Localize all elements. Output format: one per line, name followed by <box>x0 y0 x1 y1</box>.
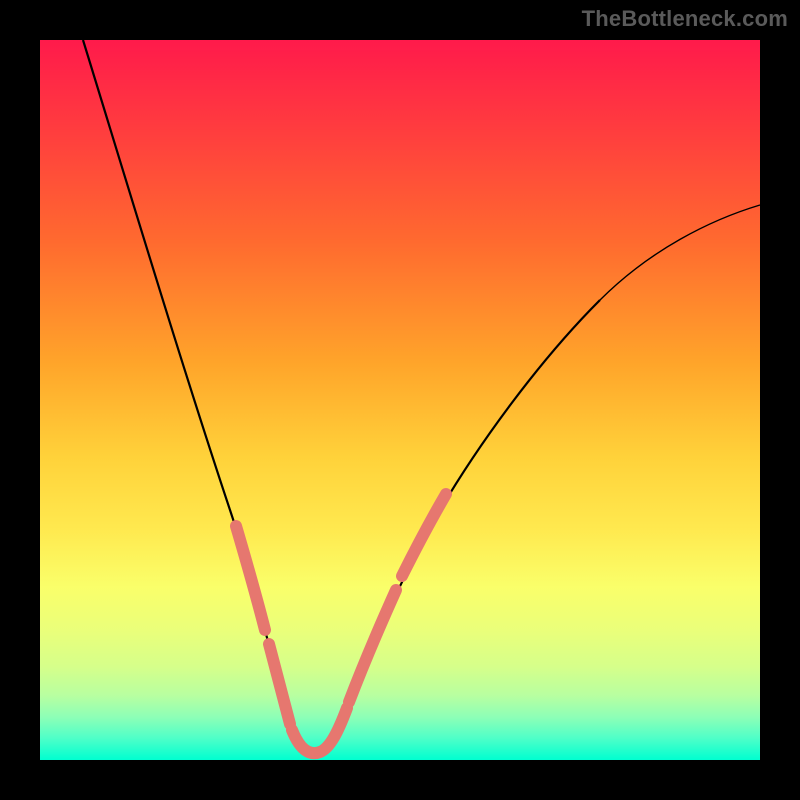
highlight-segment-left-lower <box>269 644 290 724</box>
chart-svg <box>40 40 760 760</box>
highlight-segment-floor <box>292 708 347 753</box>
highlight-segment-right-lower <box>349 590 396 702</box>
bottleneck-curve <box>83 40 600 753</box>
highlight-segment-left-upper <box>236 526 265 630</box>
bottleneck-curve-tail <box>600 205 760 300</box>
plot-area <box>40 40 760 760</box>
highlight-segment-right-upper <box>402 494 446 576</box>
chart-frame: TheBottleneck.com <box>0 0 800 800</box>
watermark-text: TheBottleneck.com <box>582 6 788 32</box>
